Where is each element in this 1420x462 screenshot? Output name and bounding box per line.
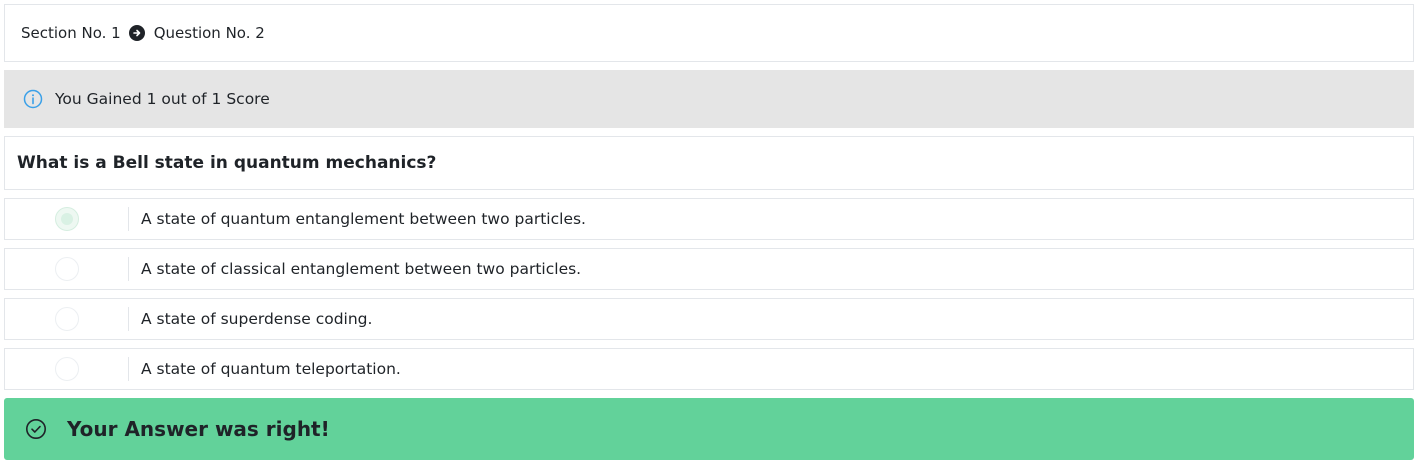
info-icon (23, 89, 43, 109)
breadcrumb-section[interactable]: Section No. 1 (21, 24, 121, 42)
breadcrumb: Section No. 1 Question No. 2 (4, 4, 1414, 62)
option-row[interactable]: A state of quantum teleportation. (4, 348, 1414, 390)
option-row[interactable]: A state of superdense coding. (4, 298, 1414, 340)
score-text: You Gained 1 out of 1 Score (55, 90, 270, 108)
option-label: A state of superdense coding. (141, 310, 373, 328)
option-label: A state of quantum entanglement between … (141, 210, 586, 228)
result-text: Your Answer was right! (67, 417, 330, 441)
quiz-review-page: Section No. 1 Question No. 2 You Gained … (0, 0, 1420, 462)
option-radio[interactable] (54, 357, 79, 381)
option-radio-cell (5, 357, 129, 381)
option-label: A state of classical entanglement betwee… (141, 260, 582, 278)
option-row[interactable]: A state of classical entanglement betwee… (4, 248, 1414, 290)
option-row[interactable]: A state of quantum entanglement between … (4, 198, 1414, 240)
breadcrumb-question: Question No. 2 (153, 24, 265, 42)
option-radio-cell (5, 307, 129, 331)
question-title: What is a Bell state in quantum mechanic… (4, 136, 1414, 190)
score-banner: You Gained 1 out of 1 Score (4, 70, 1414, 128)
check-circle-icon (25, 418, 47, 440)
option-label: A state of quantum teleportation. (141, 360, 401, 378)
option-radio[interactable] (54, 207, 79, 231)
option-radio[interactable] (54, 307, 79, 331)
option-radio-cell (5, 257, 129, 281)
question-text: What is a Bell state in quantum mechanic… (17, 153, 437, 173)
radio-dot (60, 213, 73, 225)
arrow-right-icon (128, 25, 145, 41)
option-radio[interactable] (54, 257, 79, 281)
result-banner: Your Answer was right! (4, 398, 1414, 460)
option-radio-cell (5, 207, 129, 231)
